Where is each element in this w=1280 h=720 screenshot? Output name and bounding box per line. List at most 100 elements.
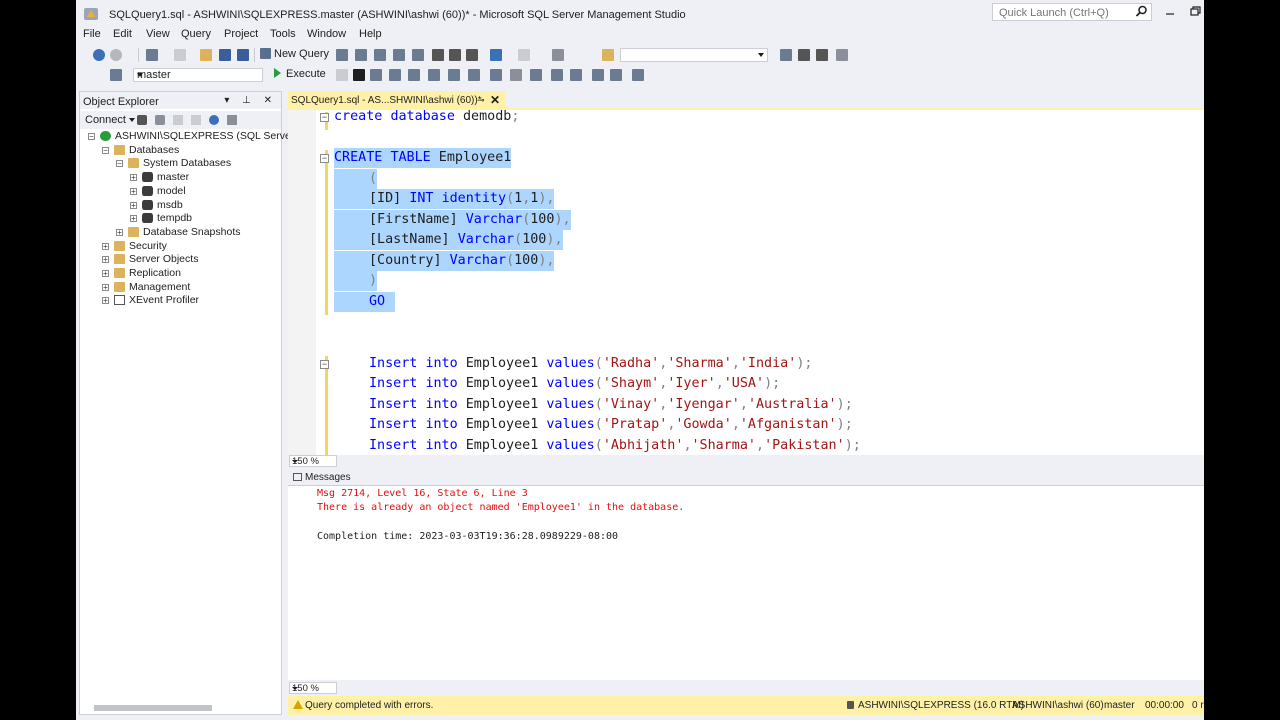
expand-icon[interactable]: + — [102, 283, 109, 291]
live-stats-icon[interactable] — [448, 69, 460, 81]
filter-icon[interactable] — [191, 115, 201, 125]
menu-file[interactable]: File — [83, 28, 101, 40]
tree-node[interactable]: + Management — [80, 281, 281, 295]
undo-icon[interactable] — [490, 49, 502, 61]
tools-icon[interactable] — [798, 49, 810, 61]
expand-icon[interactable]: + — [102, 242, 109, 250]
tree-node[interactable]: + Database Snapshots — [80, 226, 281, 240]
collapse-icon[interactable]: − — [116, 160, 123, 168]
actual-plan-icon[interactable] — [428, 69, 440, 81]
database-selector[interactable]: master — [133, 68, 263, 82]
screenshot-icon[interactable] — [552, 49, 564, 61]
tree-node[interactable]: + Replication — [80, 267, 281, 281]
menu-view[interactable]: View — [146, 28, 170, 40]
tree-node[interactable]: + tempdb — [80, 212, 281, 226]
tree-node[interactable]: − ASHWINI\SQLEXPRESS (SQL Server 16.0. — [80, 130, 321, 144]
uncomment-icon[interactable] — [570, 69, 582, 81]
back-icon[interactable] — [93, 49, 105, 61]
horizontal-scrollbar[interactable] — [94, 705, 212, 711]
execute-button[interactable]: Execute — [274, 68, 326, 82]
tree-node[interactable]: − System Databases — [80, 157, 281, 171]
cut-icon[interactable] — [432, 49, 444, 61]
tree-node[interactable]: + Server Objects — [80, 253, 281, 267]
find-combo[interactable] — [620, 48, 768, 62]
expand-icon[interactable]: + — [102, 256, 109, 264]
collapse-icon[interactable]: − — [320, 154, 329, 163]
tree-node[interactable]: + XEvent Profiler — [80, 294, 281, 308]
tree-node[interactable]: − Databases — [80, 144, 281, 158]
client-stats-icon[interactable] — [468, 69, 480, 81]
activity-monitor-icon[interactable] — [227, 115, 237, 125]
dax-query-icon[interactable] — [412, 49, 424, 61]
properties-icon[interactable] — [780, 49, 792, 61]
results-to-text-icon[interactable] — [490, 69, 502, 81]
editor-zoom-combo[interactable]: 150 % — [289, 455, 337, 467]
connect-button[interactable]: Connect — [85, 114, 135, 126]
tree-node[interactable]: + Security — [80, 240, 281, 254]
save-all-icon[interactable] — [237, 49, 249, 61]
results-zoom-combo[interactable]: 150 % — [289, 682, 337, 694]
expand-icon[interactable]: + — [130, 201, 137, 209]
add-item-icon[interactable] — [174, 49, 186, 61]
stop-icon[interactable] — [173, 115, 183, 125]
estimated-plan-icon[interactable] — [370, 69, 382, 81]
pin-icon[interactable]: ⊸ — [477, 95, 485, 106]
menu-tools[interactable]: Tools — [270, 28, 296, 40]
menu-edit[interactable]: Edit — [113, 28, 132, 40]
copy-icon[interactable] — [449, 49, 461, 61]
collapse-icon[interactable]: − — [320, 113, 329, 122]
menu-project[interactable]: Project — [224, 28, 258, 40]
quick-launch-input[interactable] — [997, 5, 1131, 21]
disconnect-icon[interactable] — [155, 115, 165, 125]
new-query-button[interactable]: New Query — [260, 48, 329, 62]
refresh-icon[interactable] — [209, 115, 219, 125]
dmx-query-icon[interactable] — [374, 49, 386, 61]
toolbox-icon[interactable] — [816, 49, 828, 61]
tree-node[interactable]: + model — [80, 185, 281, 199]
save-icon[interactable] — [219, 49, 231, 61]
search-files-icon[interactable] — [602, 49, 614, 61]
sql-editor[interactable]: − − − create database demodb; CREATE TAB… — [288, 110, 1204, 455]
collapse-icon[interactable]: − — [320, 360, 329, 369]
xmla-query-icon[interactable] — [393, 49, 405, 61]
tree-node[interactable]: + master — [80, 171, 281, 185]
expand-icon[interactable]: + — [116, 228, 123, 236]
expand-icon[interactable]: + — [130, 174, 137, 182]
connect-plug-icon[interactable] — [137, 115, 147, 125]
specify-values-icon[interactable] — [632, 69, 644, 81]
parse-check-icon[interactable] — [353, 69, 365, 81]
results-to-grid-icon[interactable] — [510, 69, 522, 81]
restore-icon[interactable] — [1188, 4, 1202, 18]
open-file-icon[interactable] — [200, 49, 212, 61]
intellisense-icon[interactable] — [408, 69, 420, 81]
menu-query[interactable]: Query — [181, 28, 211, 40]
tree-node[interactable]: + msdb — [80, 199, 281, 213]
paste-icon[interactable] — [466, 49, 478, 61]
comment-icon[interactable] — [551, 69, 563, 81]
collapse-icon[interactable]: − — [102, 146, 109, 154]
mdx-query-icon[interactable] — [355, 49, 367, 61]
quick-launch-box[interactable] — [992, 3, 1152, 21]
window-layout-icon[interactable] — [836, 49, 848, 61]
tab-messages[interactable]: Messages — [288, 468, 1204, 486]
results-to-file-icon[interactable] — [530, 69, 542, 81]
new-project-icon[interactable] — [146, 49, 158, 61]
menu-help[interactable]: Help — [359, 28, 382, 40]
expand-icon[interactable]: + — [130, 215, 137, 223]
redo-icon[interactable] — [518, 49, 530, 61]
increase-indent-icon[interactable] — [610, 69, 622, 81]
cancel-query-icon[interactable] — [336, 69, 348, 81]
query-options-icon[interactable] — [389, 69, 401, 81]
forward-icon[interactable] — [110, 49, 122, 61]
expand-icon[interactable]: + — [130, 187, 137, 195]
menu-window[interactable]: Window — [307, 28, 346, 40]
minimize-icon[interactable] — [1163, 4, 1177, 18]
decrease-indent-icon[interactable] — [592, 69, 604, 81]
tab-sqlquery1[interactable]: SQLQuery1.sql - AS...SHWINI\ashwi (60))*… — [288, 91, 505, 108]
search-icon[interactable] — [1135, 5, 1148, 18]
collapse-icon[interactable]: − — [88, 133, 95, 141]
panel-window-controls[interactable]: ▾ ⊥ ✕ — [224, 95, 277, 106]
change-connection-icon[interactable] — [110, 69, 122, 81]
expand-icon[interactable]: + — [102, 270, 109, 278]
expand-icon[interactable]: + — [102, 297, 109, 305]
